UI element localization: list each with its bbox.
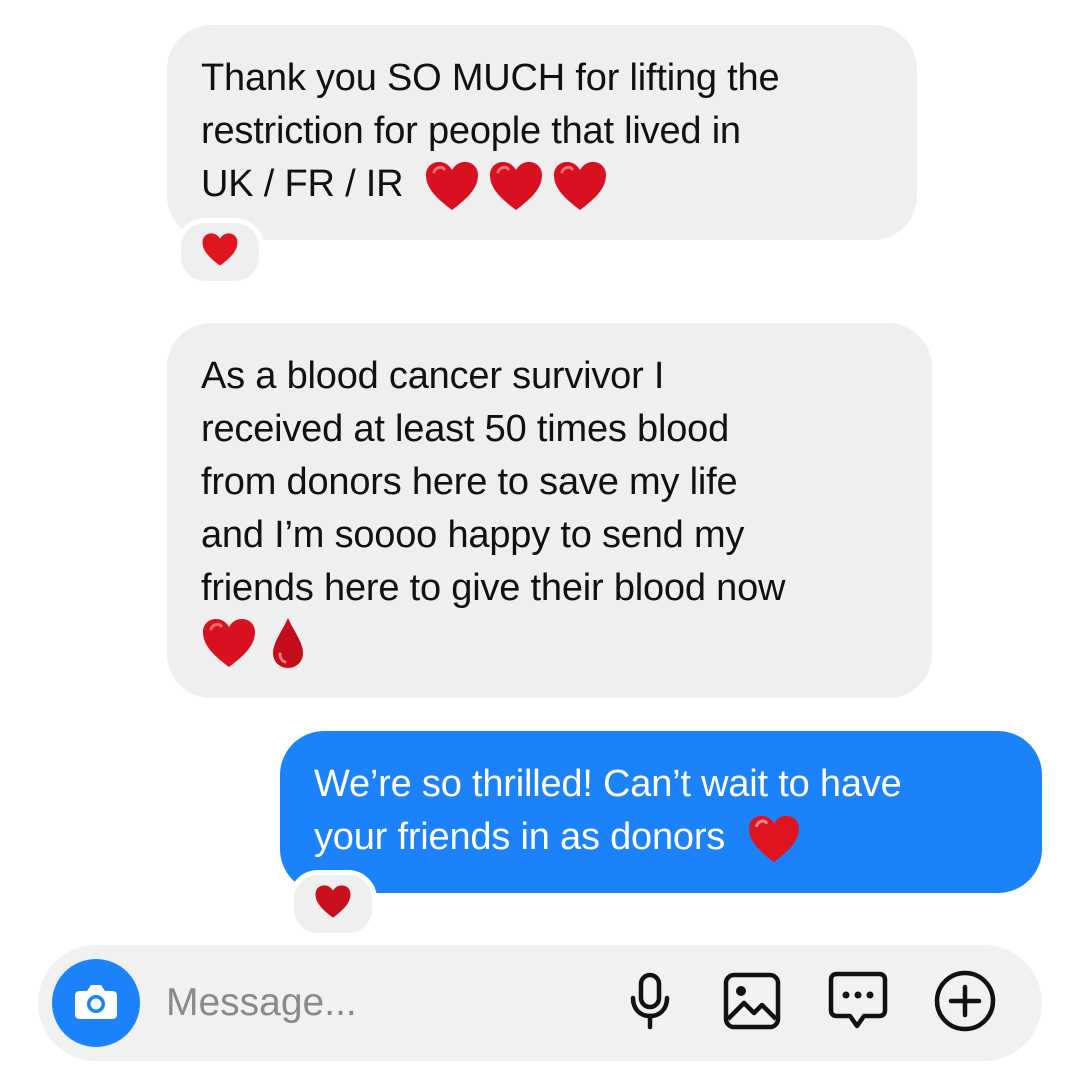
message-text-line: and I’m soooo happy to send my xyxy=(201,514,745,556)
red-heart-emoji xyxy=(201,617,257,669)
message-text-line: Thank you SO MUCH for lifting the xyxy=(201,57,780,99)
message-composer xyxy=(38,945,1042,1061)
message-text-line: your friends in as donors xyxy=(314,811,1042,864)
red-heart-emoji xyxy=(488,160,544,212)
camera-icon xyxy=(73,981,119,1026)
microphone-icon xyxy=(628,972,672,1035)
message-text-line: friends here to give their blood now xyxy=(201,567,786,609)
message-bubble-outgoing[interactable]: We’re so thrilled! Can’t wait to have yo… xyxy=(280,731,1042,893)
plus-icon xyxy=(933,969,997,1038)
sticker-message-icon xyxy=(827,970,889,1037)
drop-of-blood-emoji xyxy=(271,616,305,670)
message-text-line: from donors here to save my life xyxy=(201,461,738,503)
message-input[interactable] xyxy=(166,971,596,1035)
red-heart-emoji xyxy=(552,160,608,212)
message-text-line: restriction for people that lived in xyxy=(201,110,741,152)
message-bubble-incoming[interactable]: Thank you SO MUCH for lifting the restri… xyxy=(167,25,917,240)
more-options-button[interactable] xyxy=(933,969,997,1038)
message-bubble-incoming[interactable]: As a blood cancer survivor I received at… xyxy=(167,323,932,698)
red-heart-emoji xyxy=(424,160,480,212)
camera-button[interactable] xyxy=(52,959,140,1047)
red-heart-emoji xyxy=(747,814,801,864)
reaction-badge[interactable] xyxy=(289,870,377,938)
red-heart-reaction-icon xyxy=(314,884,352,924)
red-heart-reaction-icon xyxy=(201,232,239,272)
message-text-line: received at least 50 times blood xyxy=(201,408,730,450)
message-emoji-line xyxy=(201,615,932,670)
message-text-line: As a blood cancer survivor I xyxy=(201,355,665,397)
gallery-icon xyxy=(722,971,782,1036)
message-text-line: We’re so thrilled! Can’t wait to have xyxy=(314,763,902,805)
sticker-message-button[interactable] xyxy=(826,971,890,1035)
message-text-line: UK / FR / IR xyxy=(201,158,917,212)
microphone-button[interactable] xyxy=(618,971,682,1035)
gallery-button[interactable] xyxy=(720,971,784,1035)
reaction-badge[interactable] xyxy=(176,218,264,286)
chat-thread: Thank you SO MUCH for lifting the restri… xyxy=(0,0,1080,1080)
